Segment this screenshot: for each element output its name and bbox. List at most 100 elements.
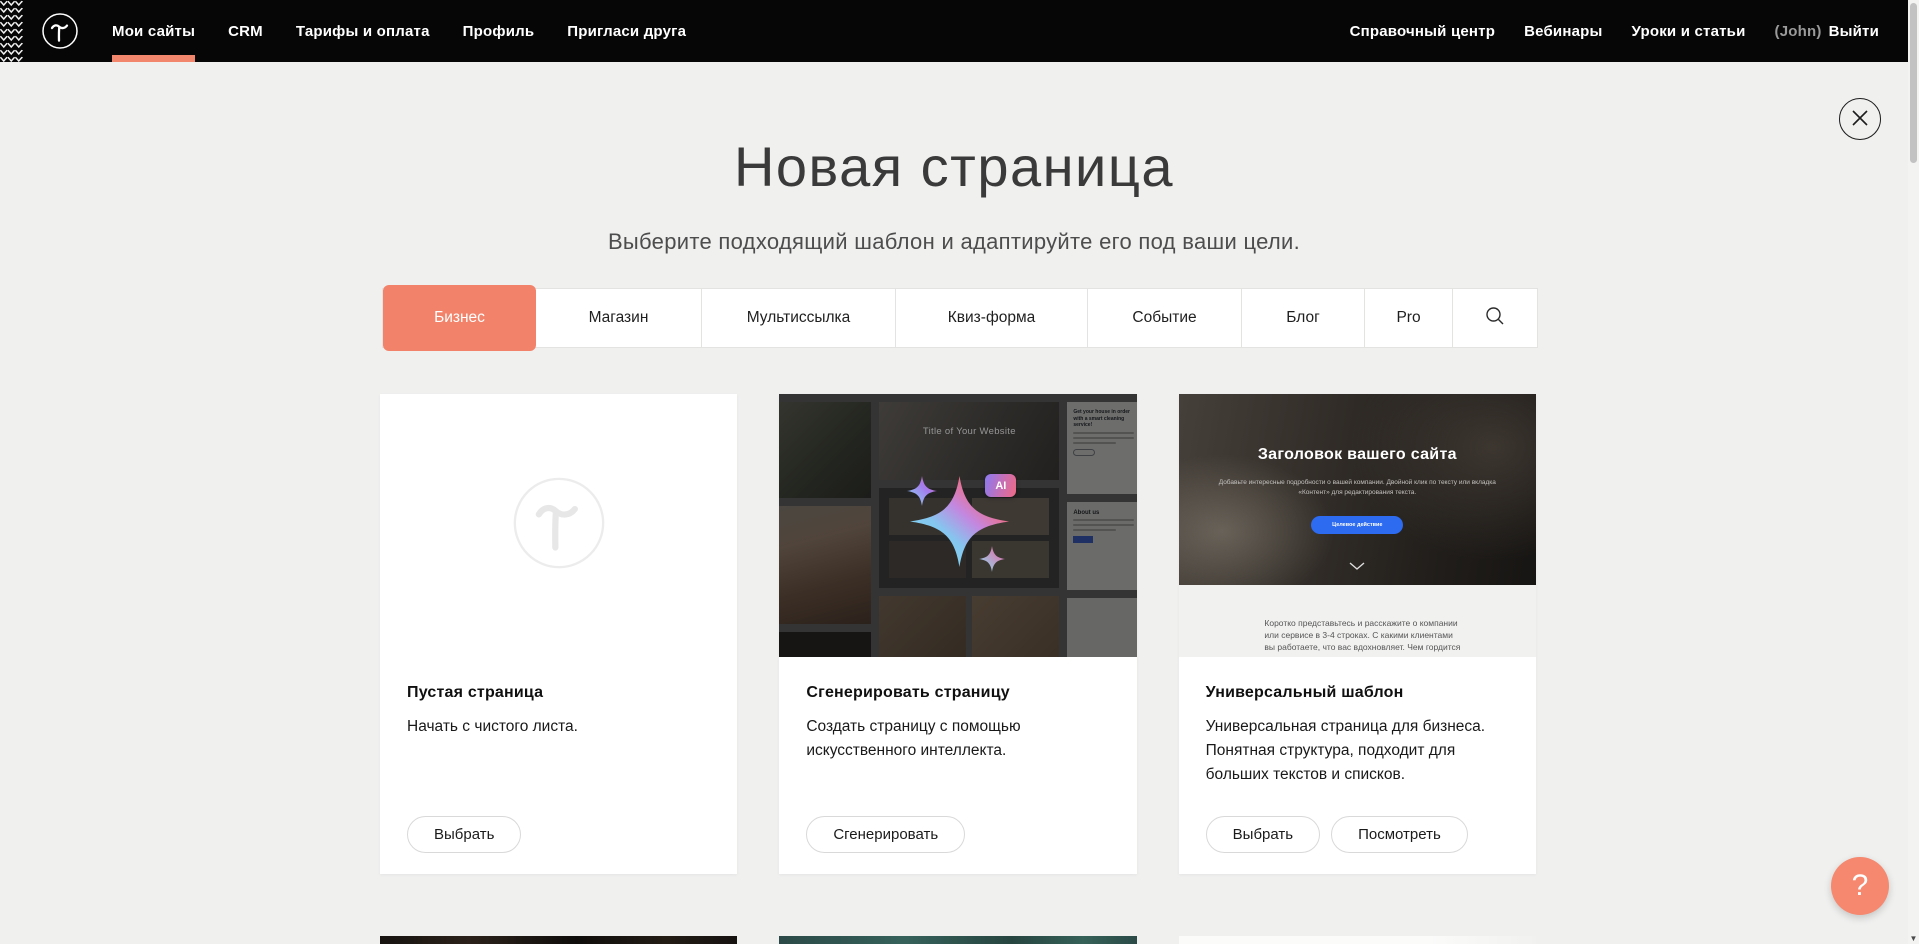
tab-multilink[interactable]: Мультиссылка: [702, 289, 896, 347]
template-text-section: Коротко представьтесь и расскажите о ком…: [1179, 585, 1536, 657]
collage-photo-tile: [779, 402, 871, 498]
collage-about-heading: About us: [1073, 510, 1134, 516]
card-text: Универсальный шаблон Универсальная стран…: [1179, 657, 1536, 787]
template-hero-text: Добавьте интересные подробности о вашей …: [1214, 478, 1500, 498]
card-description: Универсальная страница для бизнеса. Поня…: [1206, 715, 1506, 787]
card-title: Сгенерировать страницу: [806, 684, 1109, 702]
nav-item-label: Вебинары: [1524, 23, 1602, 40]
chevron-down-icon: [1349, 557, 1365, 575]
nav-item-logout[interactable]: (John) Выйти: [1775, 0, 1879, 62]
secondary-nav: Справочный центр Вебинары Уроки и статьи…: [1350, 0, 1879, 62]
card-preview-partial[interactable]: [779, 936, 1136, 944]
tab-label: Бизнес: [434, 309, 485, 327]
template-collage: Title of Your Website Get your house in …: [779, 394, 1136, 657]
card-title: Пустая страница: [407, 684, 710, 702]
nav-item-tariffs[interactable]: Тарифы и оплата: [296, 0, 430, 62]
nav-item-label: Тарифы и оплата: [296, 23, 430, 40]
active-nav-underline: [112, 55, 195, 62]
blank-page-preview: [380, 394, 737, 657]
collage-page-tile: [1067, 598, 1136, 657]
card-description: Начать с чистого листа.: [407, 715, 707, 739]
scrollbar-down-arrow[interactable]: ▼: [1908, 934, 1919, 943]
scrollbar-thumb[interactable]: [1910, 3, 1917, 163]
nav-item-label: Мои сайты: [112, 23, 195, 40]
tab-label: Квиз-форма: [948, 309, 1035, 327]
collage-gallery-tile: [879, 488, 1059, 588]
tab-business[interactable]: Бизнес: [383, 285, 536, 351]
zigzag-pattern-decoration: [0, 0, 23, 62]
nav-item-label: Уроки и статьи: [1632, 23, 1746, 40]
nav-item-label: Профиль: [463, 23, 535, 40]
nav-item-crm[interactable]: CRM: [228, 0, 263, 62]
tab-blog[interactable]: Блог: [1242, 289, 1365, 347]
nav-item-profile[interactable]: Профиль: [463, 0, 535, 62]
collage-site-title: Title of Your Website: [879, 426, 1059, 437]
tab-search[interactable]: [1453, 289, 1537, 347]
search-icon: [1484, 305, 1506, 332]
card-text: Сгенерировать страницу Создать страницу …: [779, 657, 1136, 763]
nav-item-help-center[interactable]: Справочный центр: [1350, 0, 1496, 62]
template-grid: Пустая страница Начать с чистого листа. …: [380, 394, 1536, 874]
collage-photo-tile: [779, 632, 871, 657]
card-title: Универсальный шаблон: [1206, 684, 1509, 702]
ai-preview: Title of Your Website Get your house in …: [779, 394, 1136, 657]
template-hero-title: Заголовок вашего сайта: [1179, 446, 1536, 464]
collage-tiles: Title of Your Website Get your house in …: [779, 394, 1136, 657]
tab-label: Pro: [1396, 309, 1420, 327]
tab-label: Событие: [1132, 309, 1196, 327]
help-button[interactable]: ?: [1831, 857, 1889, 915]
nav-item-webinars[interactable]: Вебинары: [1524, 0, 1602, 62]
collage-mini-grid: [889, 498, 1049, 578]
view-button[interactable]: Посмотреть: [1331, 816, 1468, 853]
card-description: Создать страницу с помощью искусственног…: [806, 715, 1106, 763]
nav-item-invite-friend[interactable]: Пригласи друга: [567, 0, 686, 62]
tab-label: Мультиссылка: [747, 309, 851, 327]
card-preview-partial[interactable]: [1179, 936, 1536, 944]
template-category-tabs: Бизнес Магазин Мультиссылка Квиз-форма С…: [382, 288, 1538, 348]
card-actions: Выбрать: [407, 816, 521, 853]
tilda-watermark-icon: [511, 475, 607, 576]
collage-hero-tile: Title of Your Website: [879, 402, 1059, 480]
card-universal-template[interactable]: Заголовок вашего сайта Добавьте интересн…: [1179, 394, 1536, 874]
collage-aside-heading: Get your house in order with a smart cle…: [1073, 409, 1134, 429]
collage-photo-tile: [779, 506, 871, 624]
page-subtitle: Выберите подходящий шаблон и адаптируйте…: [0, 229, 1908, 255]
scrollbar[interactable]: ▼: [1908, 0, 1919, 944]
collage-about-tile: About us: [1067, 502, 1136, 590]
nav-item-label: Справочный центр: [1350, 23, 1496, 40]
primary-nav: Мои сайты CRM Тарифы и оплата Профиль Пр…: [112, 0, 686, 62]
ai-badge: AI: [985, 474, 1016, 497]
choose-button[interactable]: Выбрать: [407, 816, 521, 853]
card-text: Пустая страница Начать с чистого листа.: [380, 657, 737, 739]
card-blank-page[interactable]: Пустая страница Начать с чистого листа. …: [380, 394, 737, 874]
tab-label: Блог: [1286, 309, 1320, 327]
user-name: (John): [1775, 23, 1822, 40]
logout-label: Выйти: [1829, 23, 1879, 40]
template-hero: Заголовок вашего сайта Добавьте интересн…: [1179, 394, 1536, 585]
template-cta-button: Целевое действие: [1311, 516, 1403, 534]
top-nav: Мои сайты CRM Тарифы и оплата Профиль Пр…: [0, 0, 1919, 62]
card-preview-partial[interactable]: [380, 936, 737, 944]
tab-pro[interactable]: Pro: [1365, 289, 1453, 347]
card-actions: Сгенерировать: [806, 816, 965, 853]
template-body-text: Коротко представьтесь и расскажите о ком…: [1264, 618, 1464, 657]
collage-page-tile: Get your house in order with a smart cle…: [1067, 402, 1136, 494]
tab-shop[interactable]: Магазин: [536, 289, 702, 347]
choose-button[interactable]: Выбрать: [1206, 816, 1320, 853]
nav-item-label: Пригласи друга: [567, 23, 686, 40]
tilda-logo[interactable]: [41, 12, 79, 50]
card-ai-generate[interactable]: Title of Your Website Get your house in …: [779, 394, 1136, 874]
generate-button[interactable]: Сгенерировать: [806, 816, 965, 853]
card-actions: Выбрать Посмотреть: [1206, 816, 1468, 853]
nav-item-my-sites[interactable]: Мои сайты: [112, 0, 195, 62]
collage-photos-tile: [879, 596, 1059, 657]
template-preview: Заголовок вашего сайта Добавьте интересн…: [1179, 394, 1536, 657]
template-grid-row-2: [380, 936, 1536, 944]
page-title: Новая страница: [0, 134, 1908, 199]
tab-quiz-form[interactable]: Квиз-форма: [896, 289, 1088, 347]
new-page-dialog: Мои сайты CRM Тарифы и оплата Профиль Пр…: [0, 0, 1919, 944]
nav-item-lessons[interactable]: Уроки и статьи: [1632, 0, 1746, 62]
nav-item-label: CRM: [228, 23, 263, 40]
tab-label: Магазин: [589, 309, 649, 327]
tab-event[interactable]: Событие: [1088, 289, 1242, 347]
